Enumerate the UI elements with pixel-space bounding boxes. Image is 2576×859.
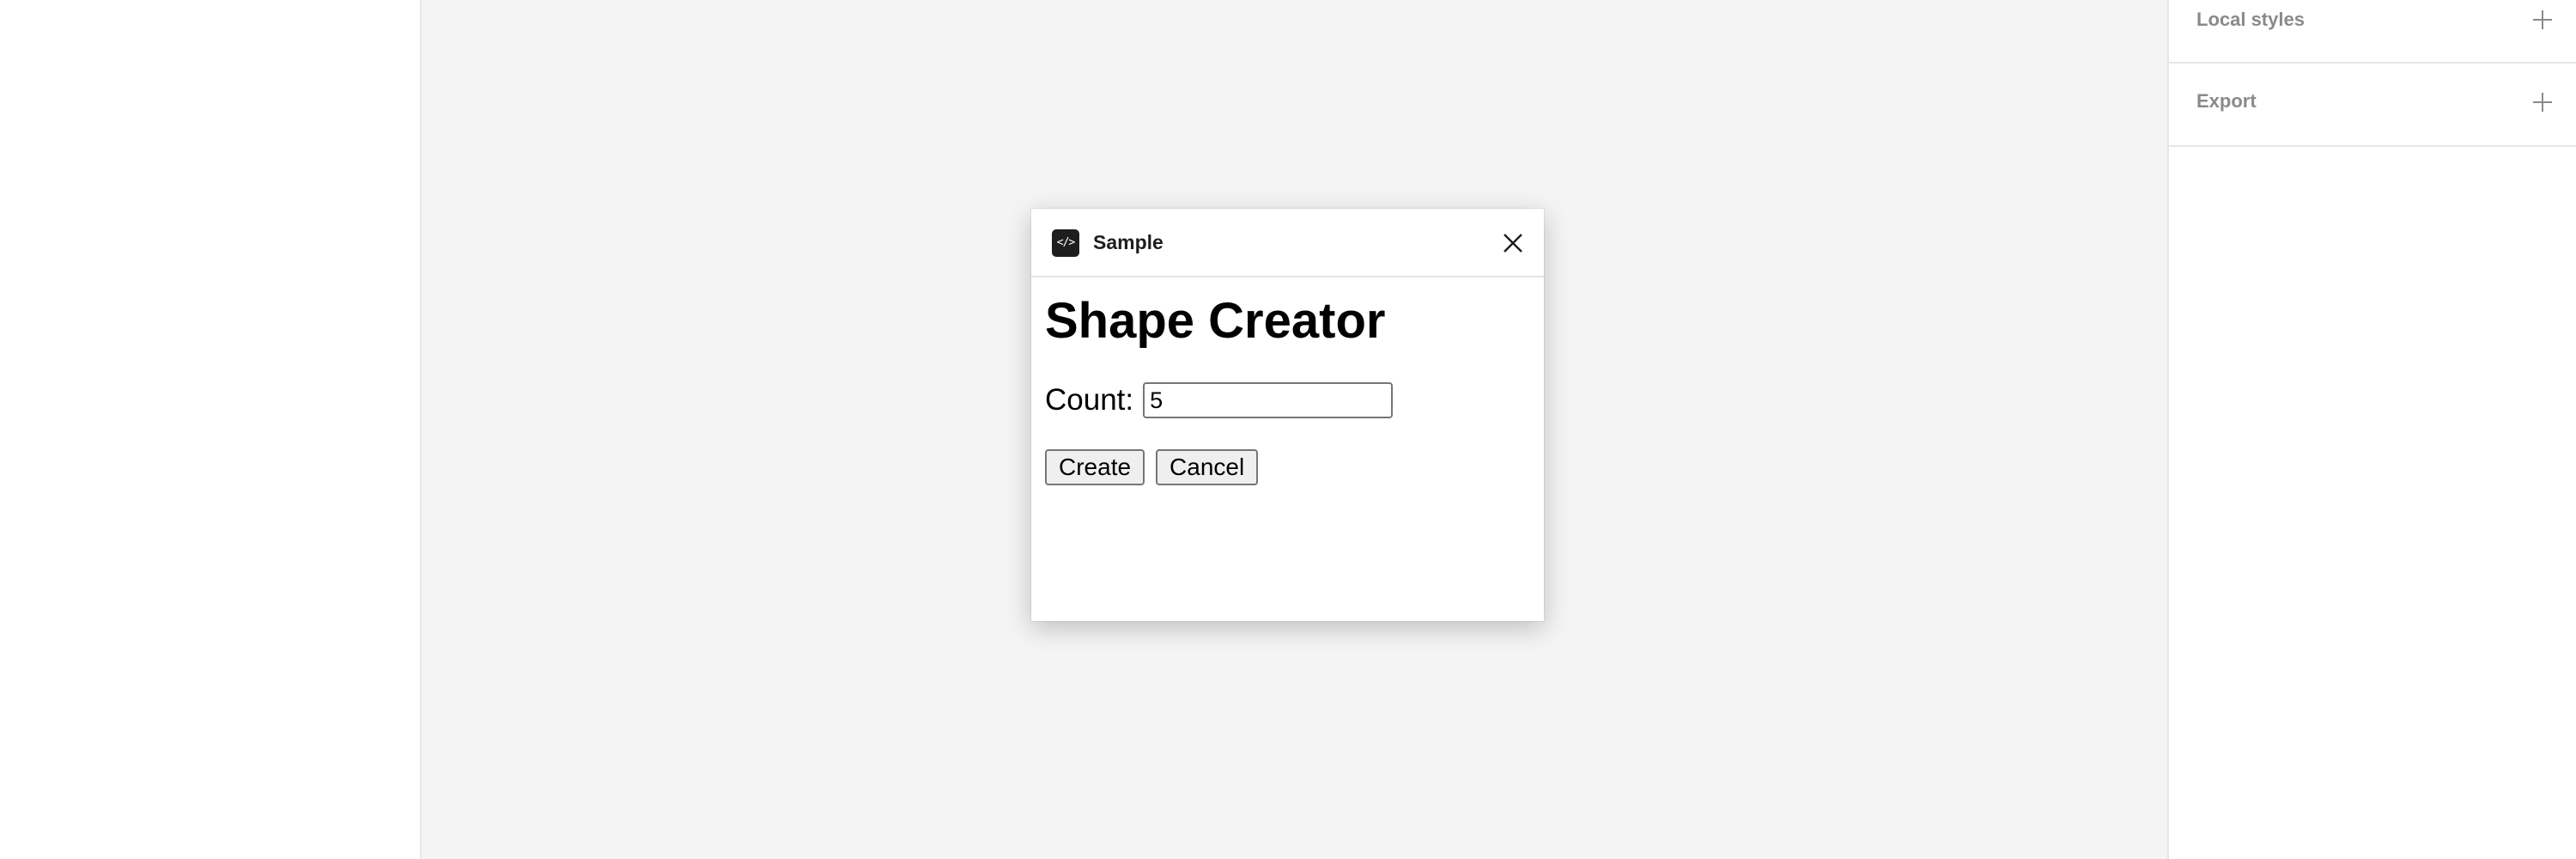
local-styles-label: Local styles [2196,9,2305,30]
code-icon: </> [1052,229,1079,257]
page-title: Shape Creator [1045,293,1386,349]
plugin-dialog: </> Sample Shape Creator Count: Create C… [1031,209,1544,621]
count-row: Count: [1045,382,1530,418]
dialog-title: Sample [1093,231,1163,253]
close-icon [1504,234,1522,253]
button-row: Create Cancel [1045,449,1530,485]
add-local-style-plus-icon[interactable] [2533,10,2552,29]
left-sidebar [0,0,422,859]
local-styles-section: Local styles [2169,0,2576,64]
count-label: Count: [1045,383,1134,417]
dialog-header: </> Sample [1031,209,1544,277]
export-label: Export [2196,90,2257,112]
create-button[interactable]: Create [1045,449,1145,485]
close-button[interactable] [1499,229,1527,257]
export-section: Export [2169,64,2576,147]
dialog-body: Shape Creator Count: Create Cancel [1031,277,1544,485]
count-input[interactable] [1143,382,1394,418]
app-window: Local styles Export </> Sample Shape Cre… [0,0,2576,859]
add-export-plus-icon[interactable] [2533,93,2552,112]
cancel-button[interactable]: Cancel [1156,449,1259,485]
right-sidebar: Local styles Export [2167,0,2576,859]
